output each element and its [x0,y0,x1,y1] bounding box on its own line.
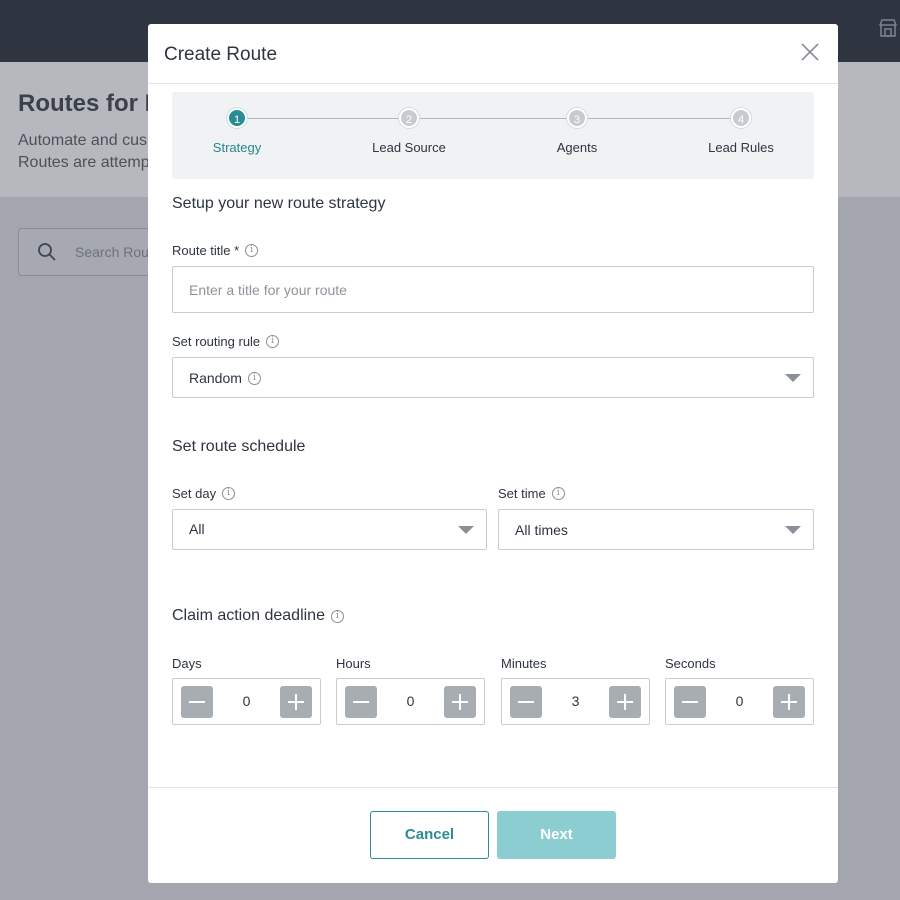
step-lead-source[interactable]: 2 Lead Source [349,108,469,155]
days-label: Days [172,656,202,671]
routing-rule-value-text: Random [189,370,242,386]
routing-rule-label: Set routing rule i [172,334,280,349]
set-time-label-text: Set time [498,486,546,501]
set-time-value: All times [515,522,568,538]
info-icon[interactable]: i [551,487,565,500]
minutes-stepper: 3 [501,678,650,725]
search-placeholder: Search Rou [75,244,149,260]
set-day-value: All [189,521,205,537]
set-time-label: Set time i [498,486,565,501]
step-label: Lead Rules [708,140,774,155]
deadline-heading-text: Claim action deadline [172,607,325,624]
info-icon[interactable]: i [247,371,261,385]
store-icon[interactable] [878,18,898,38]
footer-divider [148,787,838,788]
hours-value[interactable]: 0 [382,693,439,709]
progress-stepper: 1 Strategy 2 Lead Source 3 Agents 4 Lead… [172,92,814,179]
hours-stepper: 0 [336,678,485,725]
info-icon[interactable]: i [245,244,259,257]
next-button[interactable]: Next [497,811,616,859]
page-description: Automate and cus Routes are attemp [18,130,150,174]
step-strategy[interactable]: 1 Strategy [177,108,297,155]
seconds-label: Seconds [665,656,716,671]
chevron-down-icon [785,374,801,382]
chevron-down-icon [785,526,801,534]
cancel-button[interactable]: Cancel [370,811,489,859]
step-label: Lead Source [372,140,446,155]
routing-rule-value: Random i [189,370,261,386]
set-day-select[interactable]: All [172,509,487,550]
decrement-button[interactable] [674,686,706,718]
page-description-line: Automate and cus [18,132,147,149]
create-route-modal: Create Route 1 Strategy 2 Lead Source 3 … [148,24,838,883]
seconds-value[interactable]: 0 [711,693,768,709]
route-title-input[interactable] [172,266,814,313]
routing-rule-label-text: Set routing rule [172,334,261,349]
decrement-button[interactable] [181,686,213,718]
modal-header: Create Route [148,24,838,84]
increment-button[interactable] [773,686,805,718]
step-label: Agents [556,140,598,155]
modal-title: Create Route [164,44,278,65]
info-icon[interactable]: i [222,487,236,500]
decrement-button[interactable] [510,686,542,718]
step-number: 3 [567,108,587,128]
search-icon [38,243,56,261]
route-title-label-text: Route title * [172,243,240,258]
step-lead-rules[interactable]: 4 Lead Rules [681,108,801,155]
set-time-select[interactable]: All times [498,509,814,550]
days-value[interactable]: 0 [218,693,275,709]
info-icon[interactable]: i [330,609,344,623]
info-icon[interactable]: i [266,335,280,348]
days-stepper: 0 [172,678,321,725]
seconds-stepper: 0 [665,678,814,725]
deadline-heading: Claim action deadline i [172,607,344,625]
increment-button[interactable] [444,686,476,718]
chevron-down-icon [458,526,474,534]
strategy-heading: Setup your new route strategy [172,195,386,212]
route-title-label: Route title * i [172,243,259,258]
minutes-value[interactable]: 3 [547,693,604,709]
minutes-label: Minutes [501,656,547,671]
step-label: Strategy [212,140,262,155]
increment-button[interactable] [609,686,641,718]
close-icon[interactable] [800,42,820,62]
hours-label: Hours [336,656,371,671]
step-number: 2 [399,108,419,128]
page-description-line: Routes are attemp [18,154,150,171]
set-day-label: Set day i [172,486,236,501]
schedule-heading: Set route schedule [172,438,306,455]
step-number: 4 [731,108,751,128]
page-title: Routes for M [18,90,165,117]
decrement-button[interactable] [345,686,377,718]
set-day-label-text: Set day [172,486,217,501]
increment-button[interactable] [280,686,312,718]
routing-rule-select[interactable]: Random i [172,357,814,398]
step-agents[interactable]: 3 Agents [517,108,637,155]
step-number: 1 [227,108,247,128]
